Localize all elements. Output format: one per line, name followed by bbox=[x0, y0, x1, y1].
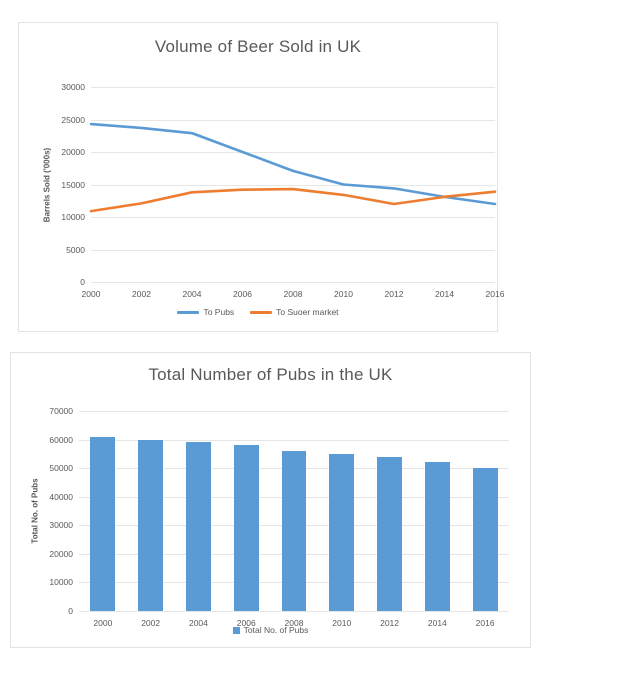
bar bbox=[472, 468, 498, 611]
y-axis-tick-label: 5000 bbox=[66, 244, 85, 255]
pubs-legend: Total No. of Pubs bbox=[11, 625, 530, 635]
bar bbox=[424, 462, 450, 611]
legend-swatch-icon bbox=[177, 310, 200, 314]
y-axis-tick-label: 10000 bbox=[61, 212, 85, 222]
beer-y-axis-title: Barrels Sold ('000s) bbox=[42, 147, 52, 222]
y-axis-tick-label: 60000 bbox=[49, 434, 73, 445]
y-axis-tick-label: 50000 bbox=[49, 463, 73, 474]
beer-plot-area: 0 5000 10000 15000 20000 25000 30000 2000 2002 20… bbox=[61, 82, 504, 299]
x-axis-tick-label: 2010 bbox=[334, 289, 353, 299]
y-axis-tick-label: 25000 bbox=[61, 114, 85, 125]
y-axis-tick-label: 30000 bbox=[49, 520, 73, 531]
bar bbox=[138, 439, 164, 611]
x-axis-tick-label: 2008 bbox=[283, 289, 303, 299]
bar bbox=[186, 442, 211, 611]
x-axis-tick-label: 2002 bbox=[132, 289, 151, 299]
x-axis-tick-label: 2014 bbox=[435, 289, 454, 299]
pubs-plot-wrap: Total No. of Pubs 0 10000 20000 30000 40000 5… bbox=[11, 385, 530, 628]
bar bbox=[90, 436, 116, 611]
beer-legend: To Pubs To Suoer market bbox=[19, 307, 497, 317]
y-axis-tick-label: 0 bbox=[80, 277, 85, 287]
line-series-to-pubs bbox=[89, 122, 497, 206]
y-axis-tick-label: 20000 bbox=[49, 548, 73, 559]
bar bbox=[233, 445, 259, 611]
x-axis-tick-label: 2012 bbox=[384, 289, 404, 299]
legend-swatch-icon bbox=[250, 310, 273, 314]
beer-plot-wrap: Barrels Sold ('000s) 0 5000 10000 15000 2000… bbox=[19, 57, 505, 299]
legend-label: To Pubs bbox=[203, 307, 235, 317]
legend-label: To Suoer market bbox=[276, 307, 339, 317]
legend-label: Total No. of Pubs bbox=[243, 625, 309, 635]
bar bbox=[329, 453, 355, 611]
line-series-to-suoer-market bbox=[89, 187, 497, 213]
y-axis-tick-label: 40000 bbox=[49, 491, 73, 502]
y-axis-tick-label: 0 bbox=[68, 606, 73, 616]
pubs-count-chart-panel: Total Number of Pubs in the UK Total No.… bbox=[10, 352, 531, 648]
legend-swatch-icon bbox=[232, 626, 240, 634]
pubs-plot-area: 0 10000 20000 30000 40000 50000 60000 70000 2000… bbox=[49, 406, 509, 628]
pubs-chart-title: Total Number of Pubs in the UK bbox=[148, 365, 393, 384]
pubs-y-axis-title: Total No. of Pubs bbox=[30, 478, 40, 544]
beer-volume-chart-panel: Volume of Beer Sold in UK Barrels Sold (… bbox=[18, 22, 505, 332]
beer-chart-title: Volume of Beer Sold in UK bbox=[154, 37, 362, 56]
y-axis-tick-label: 15000 bbox=[61, 179, 85, 190]
x-axis-tick-label: 2004 bbox=[182, 289, 202, 299]
x-axis-tick-label: 2000 bbox=[81, 289, 101, 299]
bar bbox=[377, 456, 402, 611]
legend-item: Total No. of Pubs bbox=[232, 625, 309, 635]
legend-item: To Suoer market bbox=[250, 307, 339, 317]
y-axis-tick-label: 70000 bbox=[49, 406, 73, 416]
line-series-layer bbox=[89, 122, 497, 213]
y-axis-tick-label: 20000 bbox=[61, 147, 85, 157]
bar bbox=[281, 451, 307, 611]
legend-item: To Pubs bbox=[177, 307, 234, 317]
y-axis-tick-label: 10000 bbox=[49, 577, 73, 588]
y-axis-tick-label: 30000 bbox=[61, 82, 85, 92]
x-axis-tick-label: 2006 bbox=[233, 289, 252, 299]
gridline bbox=[79, 611, 509, 612]
gridline bbox=[91, 282, 495, 283]
x-axis-tick-label: 2016 bbox=[485, 289, 505, 299]
gridline bbox=[79, 411, 509, 412]
